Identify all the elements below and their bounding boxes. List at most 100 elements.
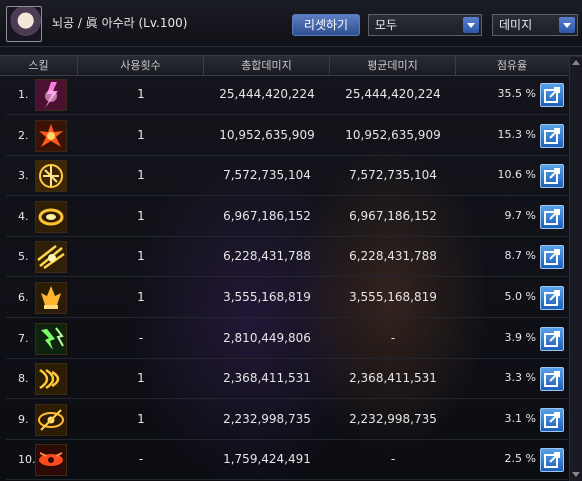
skill-rank: 8. (18, 372, 29, 386)
column-header-share[interactable]: 점유율 (456, 56, 568, 75)
chevron-down-icon (463, 17, 479, 33)
total-damage: 2,810,449,806 (223, 330, 311, 345)
average-damage: 6,967,186,152 (349, 208, 437, 223)
row-divider (6, 479, 568, 481)
use-count: - (138, 452, 144, 467)
open-detail-icon (544, 371, 560, 388)
detail-button[interactable] (540, 204, 564, 229)
detail-button[interactable] (540, 448, 564, 473)
total-damage: 6,967,186,152 (223, 208, 311, 223)
skill-rank: 9. (18, 412, 29, 426)
table-header: 스킬 사용횟수 총합데미지 평균데미지 점유율 (0, 55, 582, 76)
damage-share: 9.7 % (504, 208, 536, 222)
ring-skill-icon (35, 200, 67, 233)
skill-damage-table: 1. 1 25,444,420,224 25,444,420,224 35.5 % 2. 1… (0, 75, 568, 481)
table-row: 3. 1 7,572,735,104 7,572,735,104 10.6 % (0, 156, 568, 197)
average-damage: 25,444,420,224 (345, 87, 441, 101)
damage-share: 2.5 % (504, 452, 536, 466)
chevron-down-icon (559, 17, 575, 33)
column-header-total-damage[interactable]: 총합데미지 (204, 56, 330, 75)
column-header-average-damage[interactable]: 평균데미지 (330, 56, 456, 75)
skill-rank: 7. (18, 331, 29, 345)
damage-share: 3.9 % (504, 330, 536, 344)
use-count: 1 (137, 290, 145, 304)
damage-share: 3.1 % (504, 411, 536, 425)
use-count: 1 (137, 127, 145, 142)
damage-share: 3.3 % (504, 371, 536, 385)
damage-share: 5.0 % (504, 290, 536, 303)
skill-rank: 2. (18, 128, 29, 142)
skill-rank: 4. (18, 209, 29, 223)
open-detail-icon (544, 411, 560, 428)
wave-circle-skill-icon (35, 160, 67, 193)
open-detail-icon (544, 208, 560, 225)
damage-share: 8.7 % (504, 249, 536, 263)
scroll-up-icon[interactable] (571, 57, 581, 67)
average-damage: 6,228,431,788 (349, 249, 437, 264)
damage-share: 35.5 % (497, 87, 536, 100)
skill-rank: 3. (18, 169, 29, 183)
skill-rank: 6. (18, 291, 29, 304)
open-detail-icon (544, 249, 560, 266)
use-count: 1 (137, 249, 145, 264)
open-detail-icon (544, 452, 560, 469)
fire-burst-skill-icon (35, 119, 67, 152)
total-damage: 6,228,431,788 (223, 249, 311, 264)
filter-select-value: 모두 (375, 18, 398, 32)
total-damage: 1,759,424,491 (223, 452, 311, 467)
total-damage: 3,555,168,819 (223, 290, 311, 304)
green-shards-skill-icon (35, 322, 67, 355)
skill-rank: 1. (18, 88, 29, 101)
table-row: 8. 1 2,368,411,531 2,368,411,531 3.3 % (0, 359, 568, 400)
lightning-skill-icon (35, 79, 67, 111)
detail-button[interactable] (540, 407, 564, 432)
character-title: 뇌공 / 眞 아수라 (Lv.100) (52, 16, 188, 30)
table-row: 1. 1 25,444,420,224 25,444,420,224 35.5 % (0, 75, 568, 115)
table-row: 5. 1 6,228,431,788 6,228,431,788 8.7 % (0, 237, 568, 278)
detail-button[interactable] (540, 83, 564, 107)
demon-eye-skill-icon (35, 444, 67, 477)
reset-button[interactable]: 리셋하기 (292, 14, 360, 36)
flame-spike-skill-icon (35, 282, 67, 314)
use-count: 1 (137, 208, 145, 223)
column-header-uses[interactable]: 사용횟수 (78, 56, 204, 75)
damage-share: 10.6 % (497, 168, 536, 182)
metric-select[interactable]: 데미지 (492, 14, 578, 36)
total-damage: 7,572,735,104 (223, 168, 311, 183)
detail-button[interactable] (540, 286, 564, 310)
detail-button[interactable] (540, 326, 564, 351)
detail-button[interactable] (540, 164, 564, 189)
table-row: 9. 1 2,232,998,735 2,232,998,735 3.1 % (0, 400, 568, 440)
total-damage: 2,368,411,531 (223, 371, 311, 386)
use-count: - (138, 330, 144, 345)
table-row: 6. 1 3,555,168,819 3,555,168,819 5.0 % (0, 278, 568, 318)
detail-button[interactable] (540, 123, 564, 148)
open-detail-icon (544, 290, 560, 306)
open-detail-icon (544, 330, 560, 347)
skill-rank: 10. (18, 453, 36, 467)
column-header-skill[interactable]: 스킬 (0, 56, 78, 75)
table-row: 10. - 1,759,424,491 - 2.5 % (0, 440, 568, 481)
table-row: 7. - 2,810,449,806 - 3.9 % (0, 319, 568, 359)
average-damage: 10,952,635,909 (345, 127, 441, 142)
total-damage: 25,444,420,224 (219, 87, 315, 101)
character-portrait (6, 6, 42, 42)
table-row: 2. 1 10,952,635,909 10,952,635,909 15.3 % (0, 116, 568, 156)
use-count: 1 (137, 87, 145, 101)
arrow-wave-skill-icon (35, 363, 67, 396)
scrollbar[interactable] (569, 57, 582, 481)
window-header: 뇌공 / 眞 아수라 (Lv.100) 리셋하기 모두 데미지 (0, 0, 582, 47)
scroll-down-icon[interactable] (571, 469, 581, 479)
open-detail-icon (544, 87, 560, 103)
open-detail-icon (544, 127, 560, 144)
detail-button[interactable] (540, 245, 564, 270)
total-damage: 2,232,998,735 (223, 411, 311, 426)
use-count: 1 (137, 411, 145, 426)
use-count: 1 (137, 371, 145, 386)
total-damage: 10,952,635,909 (219, 127, 315, 142)
average-damage: - (390, 330, 396, 345)
filter-select[interactable]: 모두 (368, 14, 482, 36)
detail-button[interactable] (540, 367, 564, 392)
average-damage: - (390, 452, 396, 467)
average-damage: 3,555,168,819 (349, 290, 437, 304)
